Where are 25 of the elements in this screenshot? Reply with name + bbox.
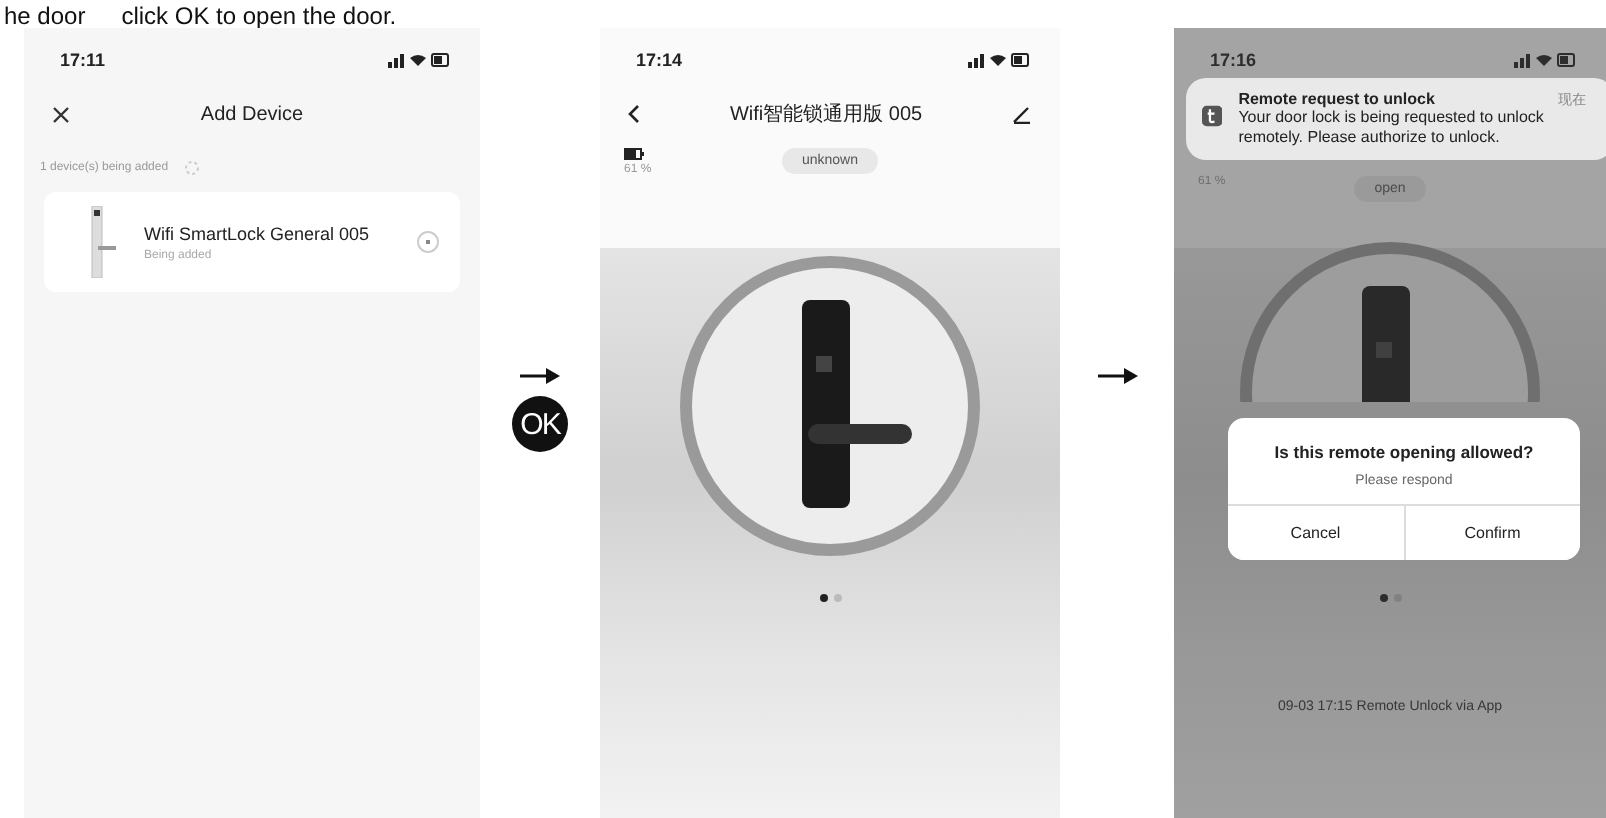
dialog-title: Is this remote opening allowed? — [1274, 442, 1534, 462]
back-icon[interactable] — [628, 104, 640, 124]
door-lock-icon — [88, 206, 116, 278]
notification-title: Remote request to unlock — [1238, 90, 1437, 108]
status-icons-icon — [968, 52, 1032, 68]
status-time: 17:14 — [636, 50, 683, 70]
spinner-icon — [184, 160, 201, 176]
battery-icon — [624, 148, 644, 160]
notification-body: Your door lock is being requested to unlock remotely. Please authorize to unlock. — [1238, 108, 1546, 148]
status-icons-icon — [388, 52, 452, 68]
device-name: Wifi SmartLock General 005 — [144, 223, 372, 243]
screen-title: Wifi智能锁通用版 005 — [729, 101, 923, 128]
close-icon[interactable] — [52, 105, 70, 123]
screen-title: Add Device — [200, 103, 304, 125]
arrow-icon — [520, 368, 560, 384]
caption-fragment: he door — [4, 4, 86, 28]
arrow-icon — [1097, 368, 1137, 384]
ok-badge: OK — [512, 396, 568, 452]
dialog-button[interactable]: Confirm — [1403, 506, 1580, 560]
status-icons-icon — [1514, 52, 1578, 68]
pencil-icon[interactable] — [1012, 104, 1032, 124]
status-time: 17:16 — [1210, 50, 1257, 70]
caption-text: click OK to open the door. — [121, 4, 397, 28]
progress-icon — [416, 230, 440, 254]
status-time: 17:11 — [60, 50, 106, 70]
